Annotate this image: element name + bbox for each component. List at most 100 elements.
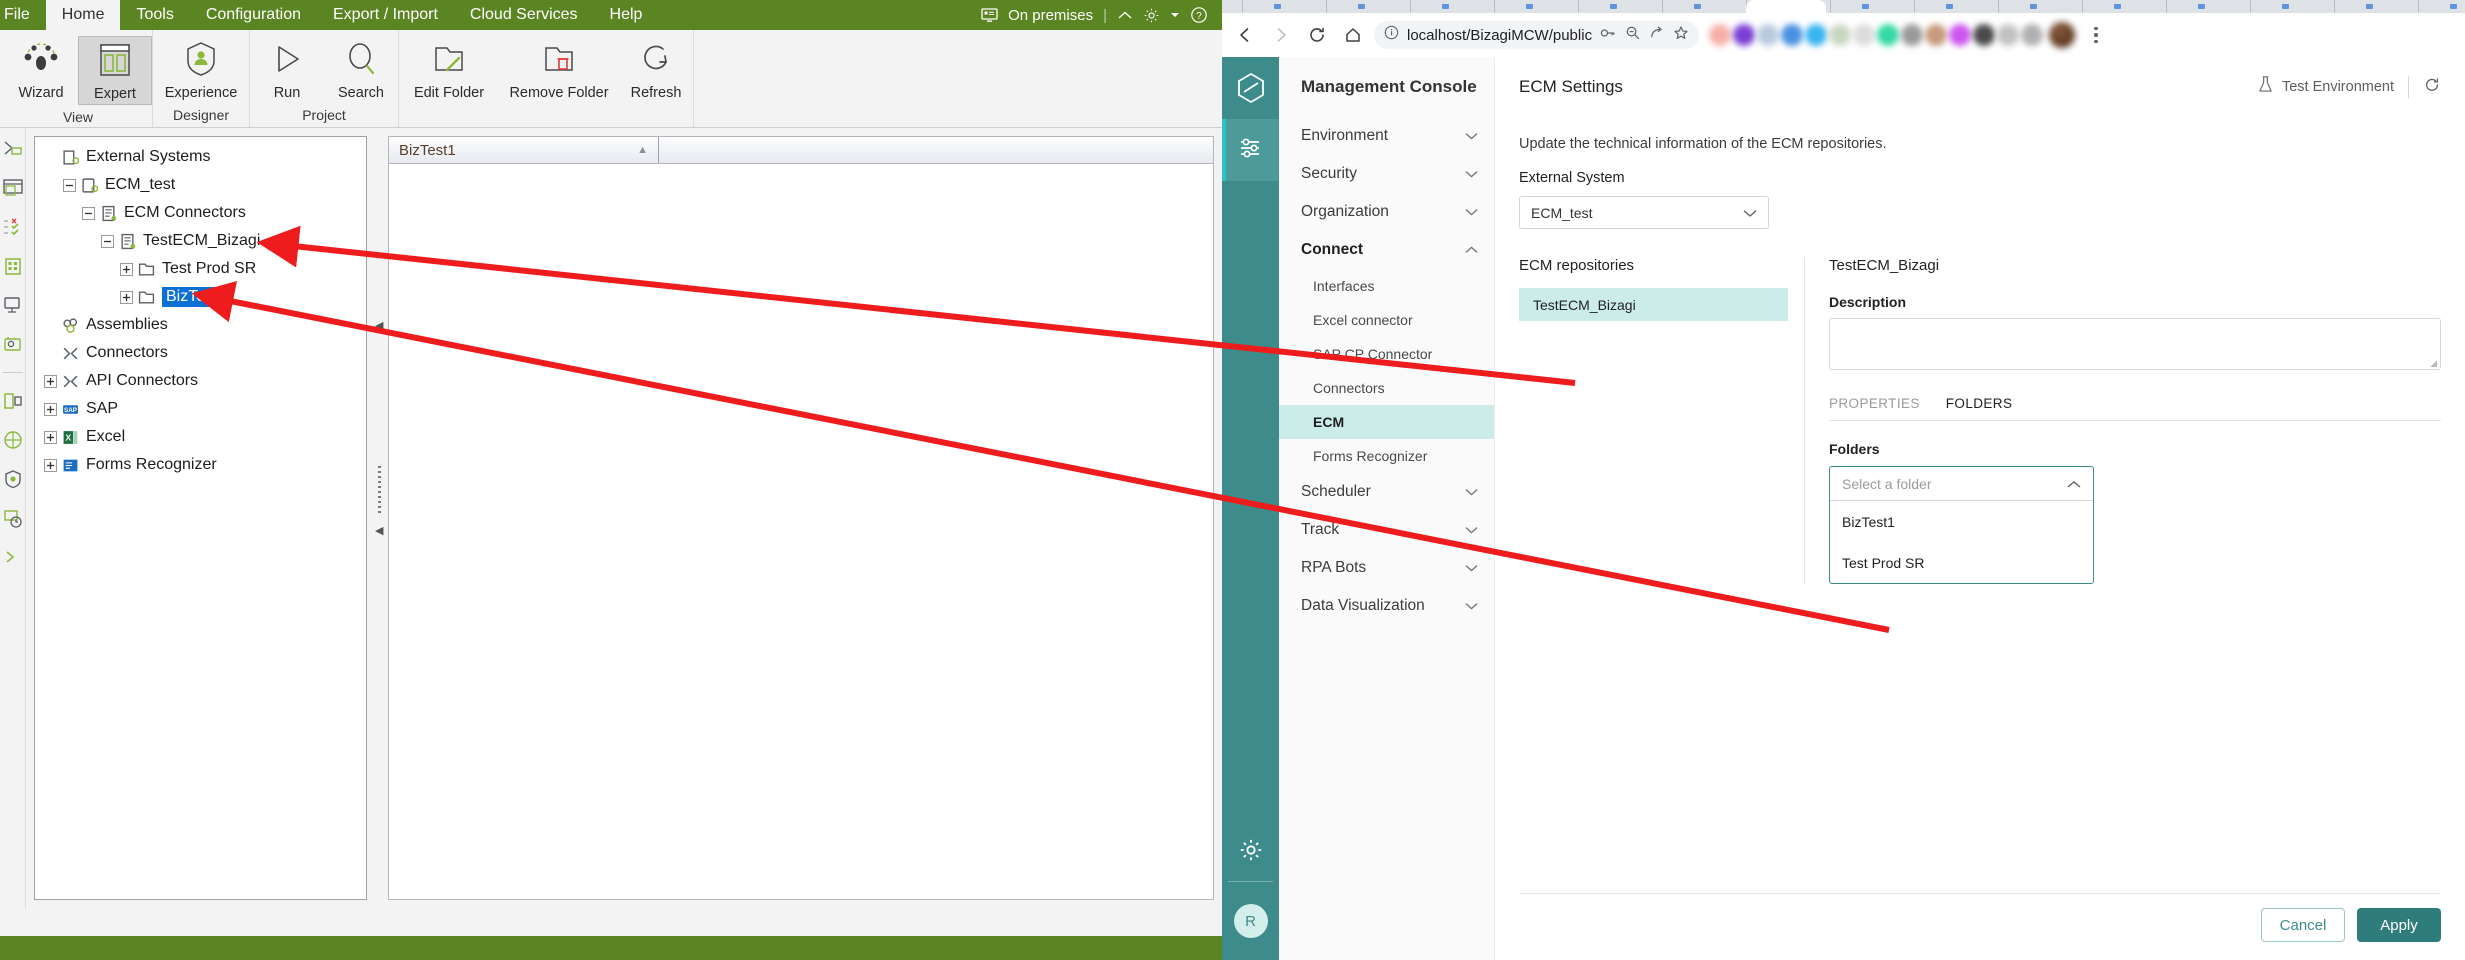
- browser-extension-icon[interactable]: [1949, 24, 1971, 46]
- menu-item-tools[interactable]: Tools: [120, 0, 189, 30]
- console-menu-group-scheduler[interactable]: Scheduler: [1279, 473, 1494, 511]
- tab-properties[interactable]: PROPERTIES: [1829, 396, 1920, 420]
- browser-tab-active[interactable]: [1746, 0, 1826, 13]
- tree-node-ecm-connectors[interactable]: ECM Connectors: [41, 199, 366, 227]
- browser-extension-icon[interactable]: [1877, 24, 1899, 46]
- environment-indicator[interactable]: Test Environment: [2257, 75, 2441, 98]
- console-menu-item-connectors[interactable]: Connectors: [1279, 371, 1494, 405]
- console-menu-item-sap-cp-connector[interactable]: SAP CP Connector: [1279, 337, 1494, 371]
- wizard-button[interactable]: Wizard: [4, 36, 78, 103]
- tree-node-testecm-bizagi[interactable]: TestECM_Bizagi: [41, 227, 366, 255]
- cancel-button[interactable]: Cancel: [2261, 908, 2345, 942]
- edit-folder-button[interactable]: Edit Folder: [399, 36, 499, 103]
- console-menu-item-interfaces[interactable]: Interfaces: [1279, 269, 1494, 303]
- expand-expander-icon[interactable]: [41, 428, 59, 446]
- tree-node-forms-recognizer[interactable]: Forms Recognizer: [41, 451, 366, 479]
- web-icon[interactable]: [2, 429, 24, 451]
- more-icon[interactable]: [2, 546, 24, 568]
- gear-icon[interactable]: [1143, 7, 1160, 24]
- user-icon[interactable]: [2, 333, 24, 355]
- console-menu-group-track[interactable]: Track: [1279, 511, 1494, 549]
- console-avatar-wrap[interactable]: R: [1222, 904, 1279, 938]
- tab-favicon[interactable]: [2198, 4, 2205, 9]
- browser-extension-icon[interactable]: [1925, 24, 1947, 46]
- tab-folders[interactable]: FOLDERS: [1946, 396, 2013, 420]
- console-rail-item-settings[interactable]: [1222, 119, 1279, 181]
- tab-favicon[interactable]: [1442, 4, 1449, 9]
- browser-extension-icon[interactable]: [1853, 24, 1875, 46]
- tree-node-excel[interactable]: X Excel: [41, 423, 366, 451]
- forward-arrow-icon[interactable]: [1266, 20, 1296, 50]
- chevron-up-icon[interactable]: [1117, 10, 1133, 21]
- tree-node-api-connectors[interactable]: API Connectors: [41, 367, 366, 395]
- collapse-expander-icon[interactable]: [79, 204, 97, 222]
- tab-favicon[interactable]: [2114, 4, 2121, 9]
- scheduler-icon[interactable]: [2, 507, 24, 529]
- tab-favicon[interactable]: [1358, 4, 1365, 9]
- address-bar[interactable]: localhost/BizagiMCW/public/...: [1374, 21, 1699, 49]
- description-textarea[interactable]: [1829, 318, 2441, 370]
- tree-node-sap[interactable]: SAP SAP: [41, 395, 366, 423]
- browser-extension-icon[interactable]: [1781, 24, 1803, 46]
- tree-node-external-systems[interactable]: External Systems: [41, 143, 366, 171]
- tab-caret-up-icon[interactable]: ▲: [637, 144, 648, 156]
- browser-extension-icon[interactable]: [1997, 24, 2019, 46]
- expert-button[interactable]: Expert: [78, 36, 152, 105]
- share-icon[interactable]: [1649, 25, 1664, 45]
- security-icon[interactable]: [2, 468, 24, 490]
- console-menu-group-rpa-bots[interactable]: RPA Bots: [1279, 549, 1494, 587]
- browser-tabstrip[interactable]: [1222, 0, 2465, 13]
- folders-dropdown-header[interactable]: Select a folder: [1830, 467, 2093, 501]
- expand-expander-icon[interactable]: [41, 372, 59, 390]
- organization-icon[interactable]: [2, 255, 24, 277]
- splitter-grip[interactable]: [378, 466, 381, 516]
- search-button[interactable]: Search: [324, 36, 398, 103]
- expand-expander-icon[interactable]: [117, 260, 135, 278]
- apply-button[interactable]: Apply: [2357, 908, 2441, 942]
- info-circle-icon[interactable]: [1384, 25, 1399, 45]
- browser-extension-icon[interactable]: [2021, 24, 2043, 46]
- tab-favicon[interactable]: [1946, 4, 1953, 9]
- expand-expander-icon[interactable]: [41, 400, 59, 418]
- external-systems-tree[interactable]: External Systems ECM_test ECM Connectors Te…: [34, 136, 367, 900]
- tab-favicon[interactable]: [2450, 4, 2457, 9]
- tab-favicon[interactable]: [1526, 4, 1533, 9]
- tab-favicon[interactable]: [1862, 4, 1869, 9]
- expand-expander-icon[interactable]: [41, 456, 59, 474]
- menu-item-export-import[interactable]: Export / Import: [317, 0, 454, 30]
- help-circle-icon[interactable]: ?: [1190, 6, 1208, 24]
- expand-expander-icon[interactable]: [117, 288, 135, 306]
- console-menu-group-data-visualization[interactable]: Data Visualization: [1279, 587, 1494, 625]
- browser-extension-icon[interactable]: [1733, 24, 1755, 46]
- tab-favicon[interactable]: [1694, 4, 1701, 9]
- tree-node-ecm-test[interactable]: ECM_test: [41, 171, 366, 199]
- menu-item-home[interactable]: Home: [45, 0, 121, 30]
- external-system-select[interactable]: ECM_test: [1519, 196, 1769, 229]
- tab-favicon[interactable]: [2030, 4, 2037, 9]
- folders-dropdown[interactable]: Select a folder BizTest1 Test Prod SR: [1829, 466, 2094, 584]
- refresh-button[interactable]: Refresh: [619, 36, 693, 103]
- folder-option-biztest1[interactable]: BizTest1: [1830, 501, 2093, 542]
- bookmark-star-icon[interactable]: [1673, 25, 1689, 46]
- kebab-menu-icon[interactable]: [2085, 26, 2107, 44]
- browser-extension-icon[interactable]: [1757, 24, 1779, 46]
- menu-item-help[interactable]: Help: [594, 0, 659, 30]
- documents-icon[interactable]: [2, 390, 24, 412]
- browser-extension-icon[interactable]: [1709, 24, 1731, 46]
- refresh-icon[interactable]: [2423, 76, 2441, 98]
- menu-item-cloud-services[interactable]: Cloud Services: [454, 0, 594, 30]
- console-menu-item-ecm[interactable]: ECM: [1279, 405, 1494, 439]
- tab-favicon[interactable]: [1610, 4, 1617, 9]
- browser-extension-icon[interactable]: [1973, 24, 1995, 46]
- tab-favicon[interactable]: [1274, 4, 1281, 9]
- tab-favicon[interactable]: [2366, 4, 2373, 9]
- console-menu-group-organization[interactable]: Organization: [1279, 193, 1494, 231]
- menu-item-file[interactable]: File: [0, 0, 46, 30]
- remove-folder-button[interactable]: Remove Folder: [499, 36, 619, 103]
- processes-icon[interactable]: [2, 138, 24, 160]
- tab-favicon[interactable]: [2282, 4, 2289, 9]
- repository-item-testecm-bizagi[interactable]: TestECM_Bizagi: [1519, 288, 1788, 321]
- browser-extension-icon[interactable]: [1805, 24, 1827, 46]
- collapse-expander-icon[interactable]: [98, 232, 116, 250]
- document-tab-biztest1[interactable]: BizTest1 ▲: [389, 137, 659, 163]
